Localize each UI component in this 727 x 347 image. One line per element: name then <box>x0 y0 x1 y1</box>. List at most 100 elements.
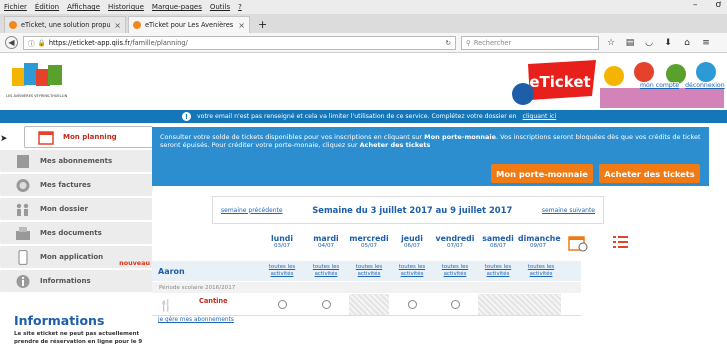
family-icon <box>14 201 32 217</box>
booking-cell[interactable] <box>306 294 346 315</box>
logo-subtitle: LES AVENIÈRES VEYRINS-THUELLIN <box>6 94 68 98</box>
menu-aide[interactable]: ? <box>238 3 242 11</box>
menu-outils[interactable]: Outils <box>210 3 230 11</box>
sidebar-item-documents[interactable]: Mes documents <box>0 222 153 244</box>
tab-title: eTicket, une solution propul <box>21 21 111 29</box>
avenieres-logo <box>12 63 62 86</box>
sidebar-item-label: Mon application <box>40 253 104 261</box>
calendar-view-icon[interactable] <box>568 234 588 252</box>
browser-menubar: Fichier Édition Affichage Historique Mar… <box>0 0 727 14</box>
back-icon[interactable]: ◀ <box>5 36 18 49</box>
wallet-text-1: Consulter votre solde de tickets disponi… <box>160 133 425 141</box>
week-title: Semaine du 3 juillet 2017 au 9 juillet 2… <box>312 205 513 215</box>
phone-icon <box>14 249 32 265</box>
radio-circle-icon[interactable] <box>450 300 460 309</box>
maximize-button[interactable]: ơ <box>715 0 721 10</box>
day-header: lundi 03/07 <box>270 234 294 249</box>
email-alert-banner: ! votre email n'est pas renseigné et cel… <box>0 110 727 123</box>
download-icon[interactable]: ⬇ <box>661 38 675 48</box>
url-path: /famille/planning/ <box>130 38 188 47</box>
sidebar-item-abonnements[interactable]: Mes abonnements <box>0 150 153 172</box>
menu-affichage[interactable]: Affichage <box>67 3 100 11</box>
reading-list-icon[interactable]: ▤ <box>623 38 637 48</box>
next-week-link[interactable]: semaine suivante <box>542 207 595 214</box>
periode-label: Période scolaire 2016/2017 <box>152 282 581 293</box>
week-navigator: semaine précédente Semaine du 3 juillet … <box>212 196 604 224</box>
lock-icon: 🔒 <box>37 38 46 47</box>
info-icon <box>14 273 32 289</box>
activity-row-cantine: 🍴 Cantine <box>152 294 581 316</box>
tab-eticket-solution[interactable]: eTicket, une solution propul × <box>4 16 126 33</box>
deconnexion-link[interactable]: déconnexion <box>685 82 725 89</box>
list-view-icon[interactable] <box>612 234 630 252</box>
search-placeholder: Rechercher <box>473 38 512 47</box>
calendar-icon <box>37 129 55 145</box>
unavailable-cell <box>518 294 561 315</box>
exclamation-icon: ! <box>182 112 191 121</box>
toutes-activites-link[interactable]: toutes les activités <box>481 264 515 277</box>
radio-circle-icon[interactable] <box>321 300 331 309</box>
header-links: mon compte déconnexion <box>640 82 725 89</box>
sidebar-item-label: Mes factures <box>40 181 91 189</box>
menu-fichier[interactable]: Fichier <box>4 3 27 11</box>
acheter-tickets-button[interactable]: Acheter des tickets <box>599 164 700 183</box>
toutes-activites-link[interactable]: toutes les activités <box>265 264 299 277</box>
day-header: mardi 04/07 <box>313 234 339 249</box>
toutes-activites-link[interactable]: toutes les activités <box>395 264 429 277</box>
brand-text: eTicket <box>529 73 590 91</box>
new-tab-button[interactable]: + <box>252 16 273 33</box>
sidebar-item-dossier[interactable]: Mon dossier <box>0 198 153 220</box>
sidebar-item-informations[interactable]: Informations <box>0 270 153 292</box>
url-bar[interactable]: ⓘ 🔒 https://eticket-app.qiis.fr/famille/… <box>23 35 456 50</box>
sidebar-item-application[interactable]: Mon application nouveau <box>0 246 153 268</box>
unavailable-cell <box>349 294 389 315</box>
child-name: Aaron <box>158 266 185 276</box>
cutlery-icon: 🍴 <box>159 299 173 312</box>
planning-panel: semaine précédente Semaine du 3 juillet … <box>152 190 709 347</box>
day-header: samedi 08/07 <box>482 234 514 249</box>
previous-week-link[interactable]: semaine précédente <box>221 207 283 214</box>
wallet-text-2: Mon porte-monnaie <box>424 133 497 141</box>
radio-circle-icon[interactable] <box>407 300 417 309</box>
notebook-icon <box>14 153 32 169</box>
booking-cell[interactable] <box>392 294 432 315</box>
toutes-activites-link[interactable]: toutes les activités <box>352 264 386 277</box>
day-header: vendredi 07/07 <box>435 234 475 249</box>
search-input[interactable]: ⚲ Rechercher <box>461 35 599 50</box>
tab-close-icon[interactable]: × <box>114 21 121 30</box>
menu-edition[interactable]: Édition <box>35 3 59 11</box>
tab-eticket-avenieres[interactable]: eTicket pour Les Avenières f × <box>128 16 250 33</box>
bookmark-star-icon[interactable]: ☆ <box>604 38 618 48</box>
booking-cell[interactable] <box>435 294 475 315</box>
menu-marque-pages[interactable]: Marque-pages <box>152 3 202 11</box>
tab-title: eTicket pour Les Avenières f <box>145 21 235 29</box>
new-badge: nouveau <box>119 259 150 267</box>
toutes-activites-link[interactable]: toutes les activités <box>524 264 558 277</box>
minimize-button[interactable]: – <box>693 0 698 10</box>
sidebar-item-label: Mon dossier <box>40 205 88 213</box>
unavailable-cell <box>478 294 518 315</box>
search-icon: ⚲ <box>466 38 471 47</box>
toutes-activites-link[interactable]: toutes les activités <box>438 264 472 277</box>
radio-circle-icon[interactable] <box>277 300 287 309</box>
info-icon: ⓘ <box>28 39 35 48</box>
informations-text: Le site eticket ne peut pas actuellement… <box>14 331 143 345</box>
sidebar-item-factures[interactable]: Mes factures <box>0 174 153 196</box>
home-icon[interactable]: ⌂ <box>680 38 694 48</box>
tab-close-icon[interactable]: × <box>238 21 245 30</box>
reload-icon[interactable]: ↻ <box>445 39 451 47</box>
menu-historique[interactable]: Historique <box>108 3 144 11</box>
manage-subscriptions-link[interactable]: je gère mes abonnements <box>158 317 234 323</box>
porte-monnaie-button[interactable]: Mon porte-monnaie <box>491 164 593 183</box>
alert-link[interactable]: cliquant ici <box>523 113 557 120</box>
day-header: jeudi 06/07 <box>401 234 423 249</box>
day-header: dimanche 09/07 <box>518 234 561 249</box>
pocket-icon[interactable]: ◡ <box>642 38 656 48</box>
mon-compte-link[interactable]: mon compte <box>640 82 680 89</box>
menu-icon[interactable]: ≡ <box>699 38 713 48</box>
sidebar-item-label: Informations <box>40 277 91 285</box>
wallet-text-4: Acheter des tickets <box>359 141 431 150</box>
toutes-activites-link[interactable]: toutes les activités <box>309 264 343 277</box>
booking-cell[interactable] <box>262 294 302 315</box>
sidebar-item-planning[interactable]: Mon planning <box>24 126 153 148</box>
